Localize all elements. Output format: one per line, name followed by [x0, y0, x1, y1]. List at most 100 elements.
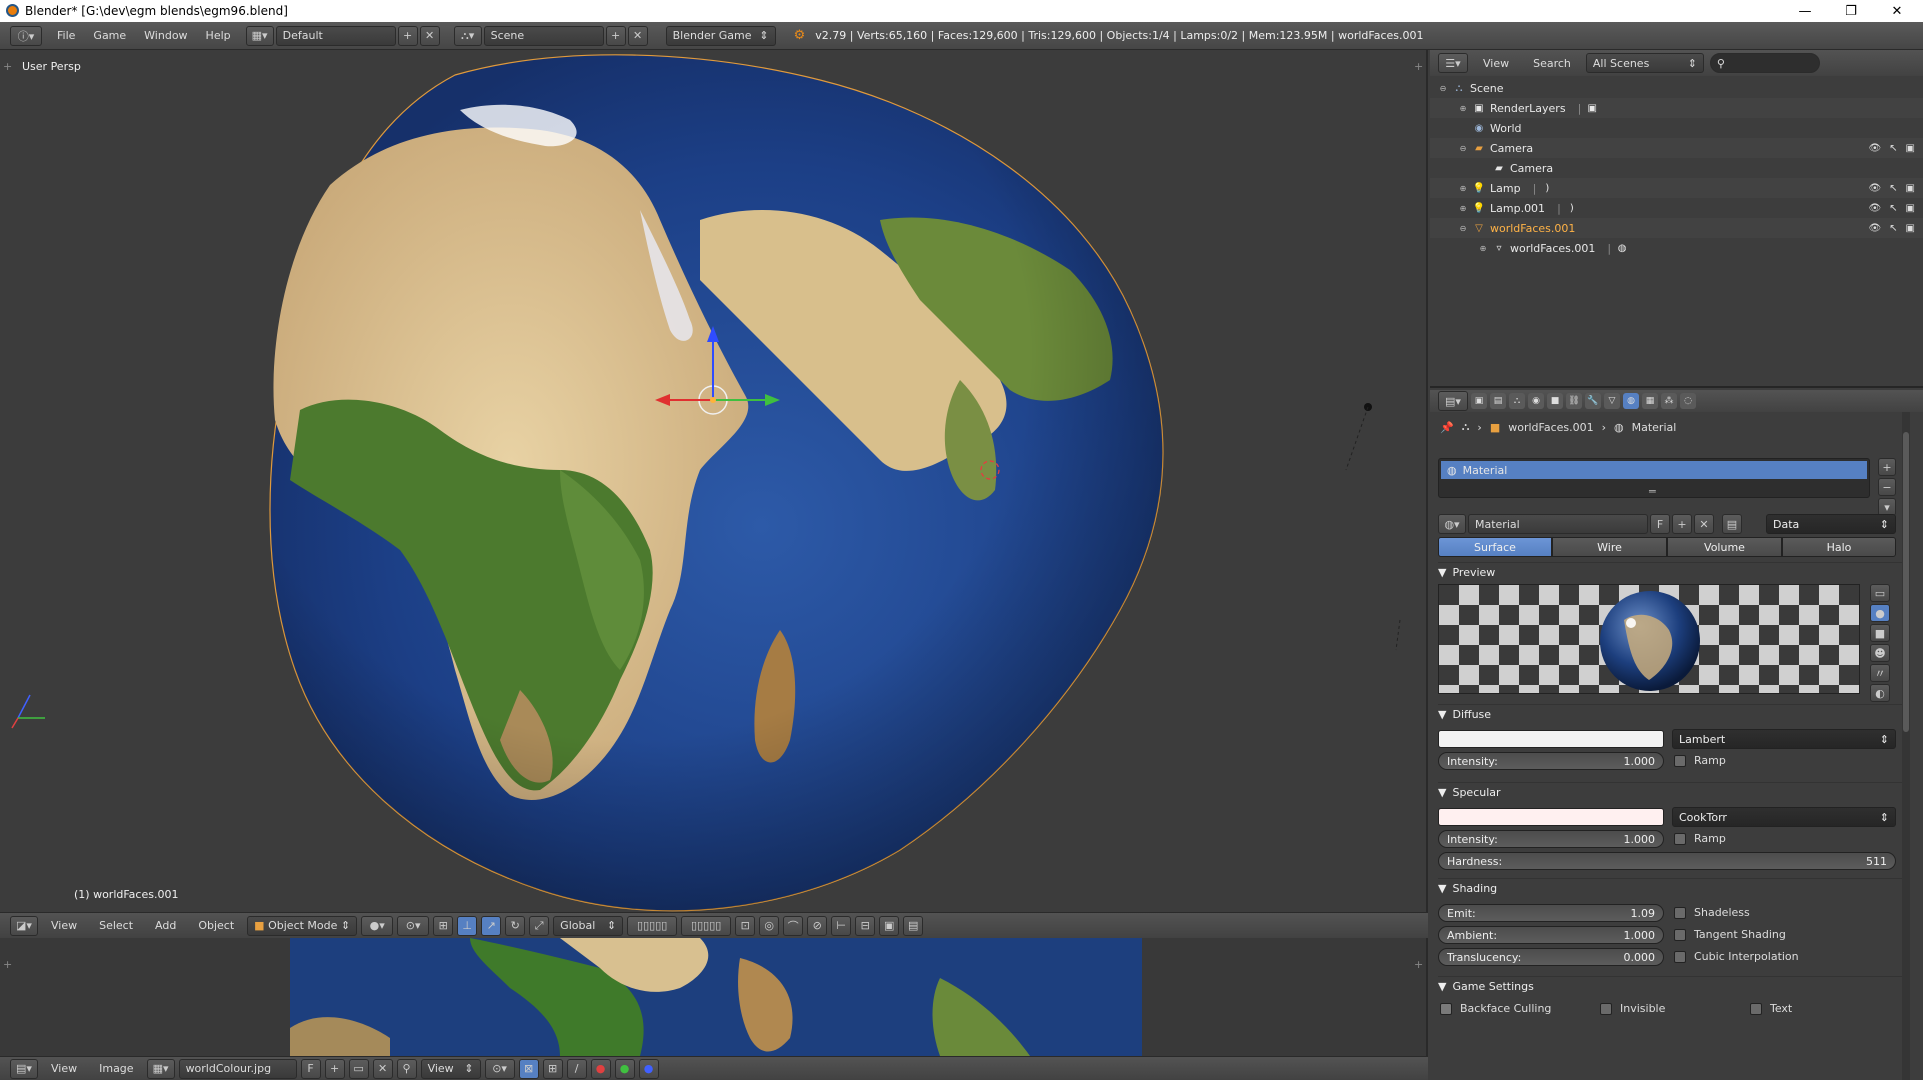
- preview-plane-icon[interactable]: ▭: [1870, 584, 1890, 602]
- material-tab-icon[interactable]: ◍: [1623, 393, 1639, 409]
- preview-sphere-icon[interactable]: ●: [1870, 604, 1890, 622]
- ambient-field[interactable]: Ambient: 1.000: [1438, 926, 1664, 944]
- renderlayers-tab-icon[interactable]: ▤: [1490, 393, 1506, 409]
- shading-panel-header[interactable]: ▼ Shading: [1438, 878, 1908, 898]
- maximize-button[interactable]: ❐: [1828, 0, 1874, 22]
- backface-culling-checkbox[interactable]: Backface Culling: [1440, 1002, 1551, 1015]
- outliner-display-mode-dropdown[interactable]: All Scenes ⇕: [1585, 53, 1704, 73]
- remove-screen-button[interactable]: ✕: [419, 25, 440, 46]
- editor-type-outliner-button[interactable]: ☰▾: [1438, 53, 1468, 73]
- toolshelf-toggle-icon[interactable]: +: [3, 60, 12, 73]
- outliner-item-renderlayers[interactable]: ⊕ ▣ RenderLayers | ▣: [1430, 98, 1923, 118]
- menu-object[interactable]: Object: [189, 919, 243, 932]
- tab-halo[interactable]: Halo: [1782, 537, 1896, 557]
- outliner-item-worldfaces-mesh[interactable]: ⊕ ▿ worldFaces.001 | ◍: [1430, 238, 1923, 258]
- specular-ramp-checkbox[interactable]: Ramp: [1674, 832, 1726, 845]
- preview-cube-icon[interactable]: ■: [1870, 624, 1890, 642]
- scene-tab-icon[interactable]: ⛬: [1509, 393, 1525, 409]
- material-link-dropdown[interactable]: Data ⇕: [1766, 514, 1896, 534]
- browse-material-icon[interactable]: ◍▾: [1438, 514, 1466, 534]
- opengl-render-icon[interactable]: ▣: [879, 915, 900, 936]
- lock-layers-icon[interactable]: ⊡: [735, 915, 756, 936]
- add-screen-button[interactable]: +: [397, 25, 418, 46]
- image-fake-user-button[interactable]: F: [300, 1058, 321, 1079]
- list-resize-grip[interactable]: ═: [1649, 485, 1656, 498]
- opengl-animation-icon[interactable]: ▤: [903, 915, 924, 936]
- scene-field[interactable]: Scene: [483, 25, 604, 46]
- outliner-item-camera[interactable]: ⊖ ▰ Camera 👁 ↖ ▣: [1430, 138, 1923, 158]
- falloff-icon[interactable]: ⌒: [783, 915, 804, 936]
- minimize-button[interactable]: —: [1782, 0, 1828, 22]
- uv-image-editor[interactable]: + +: [0, 938, 1428, 1056]
- blue-channel-icon[interactable]: ●: [638, 1058, 659, 1079]
- outliner-item-camera-data[interactable]: ▰ Camera: [1430, 158, 1923, 178]
- preview-skydome-icon[interactable]: ◐: [1870, 684, 1890, 702]
- renderable-camera-icon[interactable]: ▣: [1906, 143, 1915, 154]
- outliner-menu-search[interactable]: Search: [1524, 57, 1580, 70]
- material-slot-item[interactable]: ◍ Material: [1441, 461, 1867, 479]
- red-channel-icon[interactable]: ●: [590, 1058, 611, 1079]
- diffuse-intensity-field[interactable]: Intensity: 1.000: [1438, 752, 1664, 770]
- image-properties-toggle-icon[interactable]: +: [1414, 958, 1423, 971]
- selectable-cursor-icon[interactable]: ↖: [1889, 143, 1897, 154]
- editor-type-image-button[interactable]: ▤▾: [10, 1058, 38, 1079]
- new-material-icon[interactable]: +: [1672, 514, 1692, 534]
- preview-monkey-icon[interactable]: ☻: [1870, 644, 1890, 662]
- menu-add[interactable]: Add: [146, 919, 185, 932]
- tab-volume[interactable]: Volume: [1667, 537, 1782, 557]
- pin-image-icon[interactable]: ⚲: [396, 1058, 417, 1079]
- outliner-item-scene[interactable]: ⊖ ⛬ Scene: [1430, 78, 1923, 98]
- diffuse-panel-header[interactable]: ▼ Diffuse: [1438, 704, 1908, 724]
- outliner-menu-view[interactable]: View: [1474, 57, 1518, 70]
- snap-icon[interactable]: ⊘: [807, 915, 828, 936]
- tangent-shading-checkbox[interactable]: Tangent Shading: [1674, 928, 1786, 941]
- paint-icon[interactable]: /: [566, 1058, 587, 1079]
- diffuse-ramp-checkbox[interactable]: Ramp: [1674, 754, 1726, 767]
- copy-material-icon[interactable]: ▤: [1722, 514, 1742, 534]
- screen-layout-field[interactable]: Default: [275, 25, 396, 46]
- visibility-eye-icon[interactable]: 👁: [1868, 183, 1881, 194]
- display-color-icon[interactable]: ⊞: [542, 1058, 563, 1079]
- renderable-camera-icon[interactable]: ▣: [1906, 183, 1915, 194]
- specular-color-swatch[interactable]: [1438, 808, 1664, 826]
- specular-panel-header[interactable]: ▼ Specular: [1438, 782, 1908, 802]
- limit-selection-icon[interactable]: ⊞: [433, 915, 454, 936]
- expand-icon[interactable]: ⊕: [1458, 104, 1468, 113]
- preview-panel-header[interactable]: ▼ Preview: [1438, 562, 1908, 582]
- render-tab-icon[interactable]: ▣: [1471, 393, 1487, 409]
- proportional-editing-icon[interactable]: ◎: [759, 915, 780, 936]
- visibility-eye-icon[interactable]: 👁: [1868, 143, 1881, 154]
- tab-surface[interactable]: Surface: [1438, 537, 1552, 557]
- preview-hair-icon[interactable]: 〃: [1870, 664, 1890, 682]
- scrollbar-thumb[interactable]: [1903, 432, 1909, 732]
- layers-grid-2[interactable]: ▯▯▯▯▯: [681, 915, 732, 936]
- open-image-icon[interactable]: ▭: [348, 1058, 369, 1079]
- pivot-point-icon[interactable]: ⊙▾: [397, 915, 430, 936]
- outliner-item-lamp[interactable]: ⊕ 💡 Lamp |) 👁 ↖ ▣: [1430, 178, 1923, 198]
- green-channel-icon[interactable]: ●: [614, 1058, 635, 1079]
- display-alpha-icon[interactable]: ⊠: [518, 1058, 539, 1079]
- invisible-checkbox[interactable]: Invisible: [1600, 1002, 1665, 1015]
- image-toolshelf-toggle-icon[interactable]: +: [3, 958, 12, 971]
- diffuse-color-swatch[interactable]: [1438, 730, 1664, 748]
- collapse-icon[interactable]: ⊖: [1458, 224, 1468, 233]
- particles-tab-icon[interactable]: ⁂: [1661, 393, 1677, 409]
- snap-element-icon[interactable]: ⊢: [831, 915, 852, 936]
- expand-icon[interactable]: ⊕: [1458, 204, 1468, 213]
- collapse-icon[interactable]: ⊖: [1458, 144, 1468, 153]
- physics-tab-icon[interactable]: ◌: [1680, 393, 1696, 409]
- menu-help[interactable]: Help: [197, 29, 240, 42]
- remove-scene-button[interactable]: ✕: [627, 25, 648, 46]
- close-button[interactable]: ✕: [1874, 0, 1920, 22]
- remove-material-slot-button[interactable]: −: [1878, 478, 1896, 496]
- selectable-cursor-icon[interactable]: ↖: [1889, 203, 1897, 214]
- add-material-slot-button[interactable]: +: [1878, 458, 1896, 476]
- selectable-cursor-icon[interactable]: ↖: [1889, 223, 1897, 234]
- outliner-item-lamp-001[interactable]: ⊕ 💡 Lamp.001 |) 👁 ↖ ▣: [1430, 198, 1923, 218]
- menu-image[interactable]: Image: [90, 1062, 142, 1075]
- selectable-cursor-icon[interactable]: ↖: [1889, 183, 1897, 194]
- cubic-interpolation-checkbox[interactable]: Cubic Interpolation: [1674, 950, 1799, 963]
- outliner-item-world[interactable]: ◉ World: [1430, 118, 1923, 138]
- visibility-eye-icon[interactable]: 👁: [1868, 223, 1881, 234]
- unlink-image-icon[interactable]: ✕: [372, 1058, 393, 1079]
